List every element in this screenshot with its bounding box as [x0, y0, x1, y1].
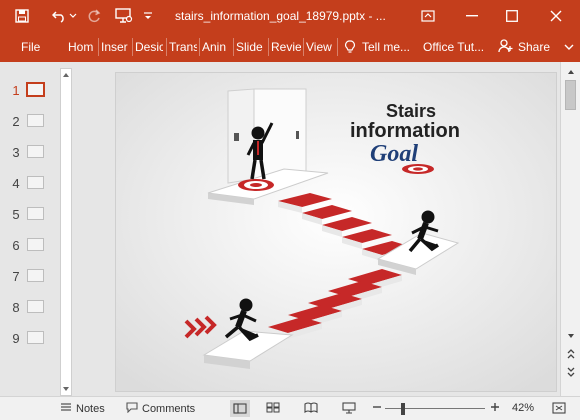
window-title: stairs_information_goal_18979.pptx - ...: [175, 9, 386, 23]
slide-thumbnail-image: [27, 269, 44, 282]
slide-thumbnail[interactable]: 9: [0, 328, 60, 350]
previous-slide-icon[interactable]: [566, 348, 576, 360]
notes-label: Notes: [76, 402, 105, 415]
slide-number: 4: [12, 176, 20, 191]
slide-number: 1: [12, 83, 20, 98]
scroll-thumb[interactable]: [565, 80, 576, 110]
notes-button[interactable]: Notes: [60, 402, 105, 415]
slide-thumbnail-image: [26, 82, 45, 97]
reading-view-icon[interactable]: [304, 402, 318, 413]
powerpoint-window: stairs_information_goal_18979.pptx - ...…: [0, 0, 580, 420]
status-bar: Notes Comments 42%: [0, 396, 580, 420]
slide-thumbnail[interactable]: 3: [0, 142, 60, 164]
tab-separator: [98, 38, 99, 56]
tab-separator: [337, 38, 338, 56]
stairs-illustration: Stairs information Goal: [116, 73, 556, 391]
fit-to-window-icon[interactable]: [552, 402, 566, 414]
scroll-up-icon[interactable]: [566, 68, 576, 76]
tab-review[interactable]: Revie: [271, 40, 301, 54]
logo-line-1: Stairs: [386, 101, 436, 121]
slide-editing-area: Stairs information Goal: [74, 62, 560, 396]
slide-number: 2: [12, 114, 20, 129]
slideshow-icon[interactable]: [342, 402, 356, 414]
slide-thumbnail-image: [27, 300, 44, 313]
ribbon-tab-bar: File Hom Inser Desic Trans Anin Slide Re…: [0, 32, 580, 62]
slide-number: 6: [12, 238, 20, 253]
slide-thumbnail-image: [27, 331, 44, 344]
slide-thumbnail-image: [27, 176, 44, 189]
thumbnail-scrollbar[interactable]: [60, 68, 72, 396]
next-slide-icon[interactable]: [566, 366, 576, 378]
chevron-down-icon[interactable]: [562, 40, 576, 54]
comments-button[interactable]: Comments: [126, 402, 195, 416]
lightbulb-icon[interactable]: [345, 40, 355, 57]
tab-home[interactable]: Hom: [68, 40, 96, 54]
scroll-up-icon[interactable]: [61, 71, 71, 79]
share-button[interactable]: Share: [498, 36, 550, 58]
slide-canvas[interactable]: Stairs information Goal: [116, 73, 556, 391]
notes-icon: [60, 402, 72, 415]
slide-number: 7: [12, 269, 20, 284]
slide-thumbnail[interactable]: 1: [0, 80, 60, 102]
close-icon[interactable]: [538, 0, 574, 32]
slide-number: 9: [12, 331, 20, 346]
tab-separator: [166, 38, 167, 56]
slide-thumbnail[interactable]: 6: [0, 235, 60, 257]
ribbon-display-icon[interactable]: [410, 0, 446, 32]
zoom-slider-thumb[interactable]: [400, 403, 405, 415]
tab-separator: [303, 38, 304, 56]
slide-thumbnail-image: [27, 207, 44, 220]
maximize-icon[interactable]: [494, 0, 530, 32]
tab-slideshow[interactable]: Slide: [236, 40, 266, 54]
tab-separator: [268, 38, 269, 56]
slide-thumbnail[interactable]: 5: [0, 204, 60, 226]
redo-icon[interactable]: [84, 6, 104, 26]
slide-number: 8: [12, 300, 20, 315]
logo-line-2: information: [350, 120, 460, 142]
slide-thumbnail[interactable]: 7: [0, 266, 60, 288]
minimize-icon[interactable]: [454, 0, 490, 32]
undo-dropdown-icon[interactable]: [68, 6, 78, 26]
customize-icon[interactable]: [142, 6, 154, 26]
tab-insert[interactable]: Inser: [101, 40, 129, 54]
tab-separator: [199, 38, 200, 56]
normal-view-icon[interactable]: [230, 400, 250, 417]
undo-icon[interactable]: [50, 6, 70, 26]
slide-number: 5: [12, 207, 20, 222]
logo-line-3: Goal: [370, 141, 418, 167]
zoom-level[interactable]: 42%: [512, 402, 534, 414]
person-add-icon: [498, 38, 514, 56]
tab-animations[interactable]: Anin: [202, 40, 230, 54]
comments-label: Comments: [142, 403, 196, 415]
scroll-down-icon[interactable]: [566, 332, 576, 340]
zoom-out-icon[interactable]: [372, 402, 382, 412]
tab-separator: [233, 38, 234, 56]
save-icon[interactable]: [12, 6, 32, 26]
title-bar: stairs_information_goal_18979.pptx - ...: [0, 0, 580, 32]
tab-design[interactable]: Desic: [135, 40, 163, 54]
tab-separator: [132, 38, 133, 56]
scroll-down-icon[interactable]: [61, 385, 71, 393]
slide-thumbnail[interactable]: 4: [0, 173, 60, 195]
tab-transitions[interactable]: Trans: [169, 40, 197, 54]
zoom-in-icon[interactable]: [490, 402, 500, 412]
comment-icon: [126, 402, 138, 416]
present-icon[interactable]: [114, 6, 134, 26]
tab-office-tutorials[interactable]: Office Tut...: [423, 40, 484, 54]
tab-view[interactable]: View: [306, 40, 336, 54]
slide-number: 3: [12, 145, 20, 160]
slide-thumbnail-image: [27, 114, 44, 127]
slide-thumbnail-image: [27, 145, 44, 158]
tell-me-search[interactable]: Tell me...: [362, 40, 410, 54]
slide-sorter-icon[interactable]: [266, 402, 280, 413]
slide-thumbnail[interactable]: 8: [0, 297, 60, 319]
tab-file[interactable]: File: [21, 40, 40, 54]
slide-thumbnail-image: [27, 238, 44, 251]
editor-scrollbar[interactable]: [560, 62, 580, 396]
share-label: Share: [518, 40, 551, 54]
slide-thumbnail-panel: 1 2 3 4 5 6 7 8 9: [0, 62, 74, 396]
slide-thumbnail[interactable]: 2: [0, 111, 60, 133]
